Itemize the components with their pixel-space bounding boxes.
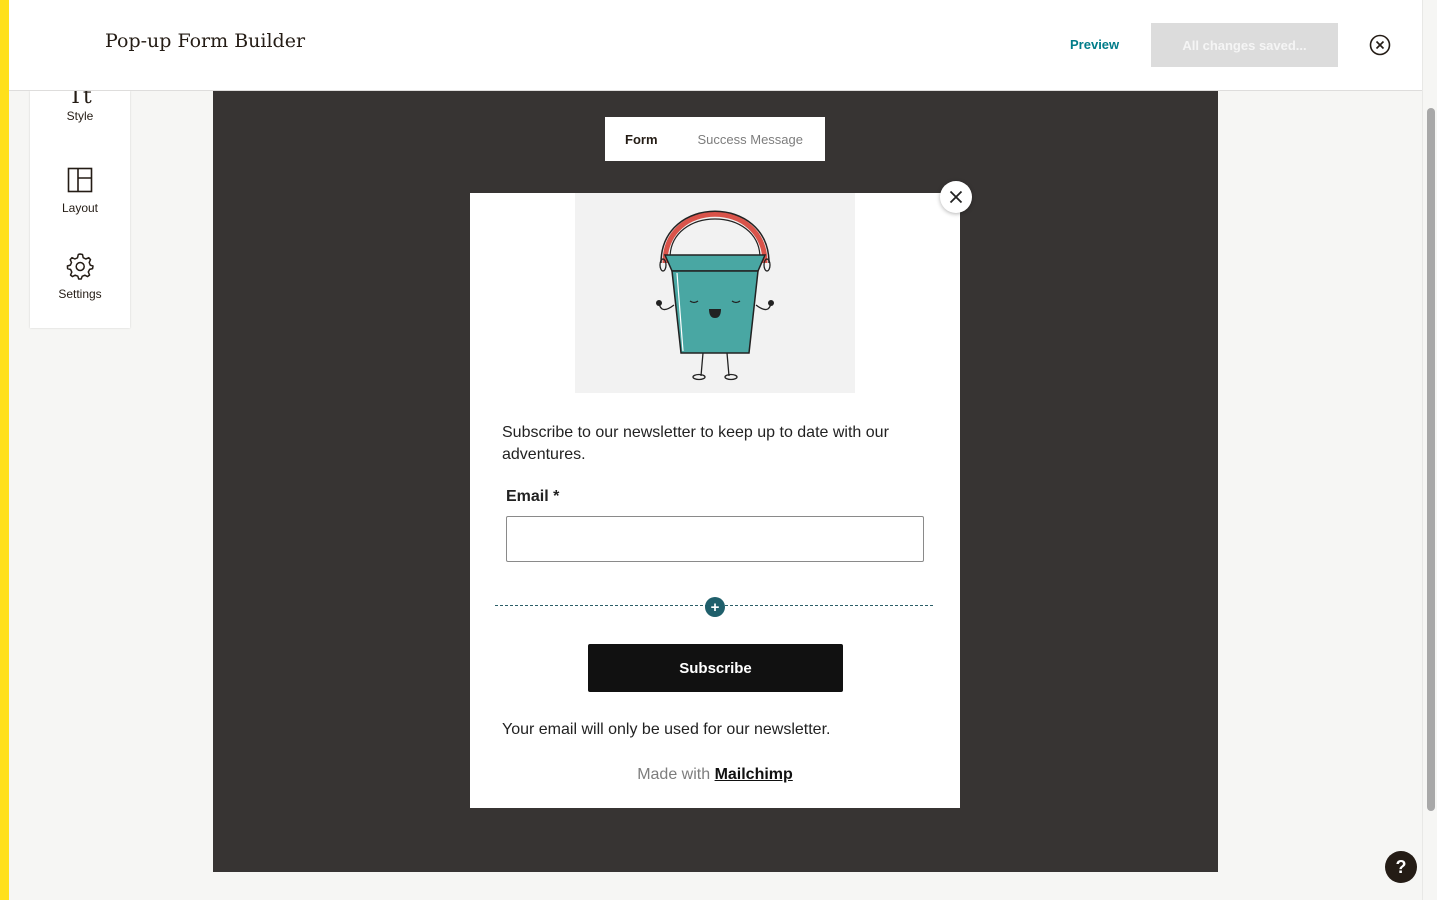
help-button[interactable]: ? <box>1385 851 1417 883</box>
close-icon <box>949 190 963 204</box>
email-field[interactable] <box>506 516 924 562</box>
sidebar-item-label: Settings <box>58 287 102 301</box>
tab-success-message[interactable]: Success Message <box>698 132 804 147</box>
intro-text: Subscribe to our newsletter to keep up t… <box>502 424 889 463</box>
bucket-illustration <box>656 210 774 381</box>
preview-link[interactable]: Preview <box>1070 37 1119 52</box>
save-status-button[interactable]: All changes saved... <box>1151 23 1338 67</box>
form-tabs: Form Success Message <box>605 117 825 161</box>
popup-form: Subscribe to our newsletter to keep up t… <box>470 181 972 808</box>
tab-form[interactable]: Form <box>625 132 658 147</box>
sidebar-item-layout[interactable]: Layout <box>30 165 130 215</box>
popup-close-button[interactable] <box>940 181 972 213</box>
layout-icon <box>67 167 93 193</box>
close-builder-button[interactable] <box>1369 34 1391 56</box>
close-circle-icon <box>1369 34 1391 56</box>
made-with-credit: Made with Mailchimp <box>470 766 960 784</box>
page-scrollbar[interactable] <box>1422 0 1437 900</box>
sidebar-item-label: Layout <box>61 201 99 215</box>
sidebar-item-label: Style <box>66 109 94 123</box>
hero-image[interactable] <box>575 193 855 393</box>
mailchimp-link[interactable]: Mailchimp <box>715 766 793 783</box>
preview-canvas: Form Success Message Subscribe to our ne… <box>213 91 1218 872</box>
privacy-note: Your email will only be used for our new… <box>502 721 831 738</box>
page-title: Pop-up Form Builder <box>105 30 306 52</box>
gear-icon <box>66 253 94 280</box>
email-label: Email * <box>506 488 560 505</box>
builder-sidebar: Tt Style Layout Settings <box>30 84 130 328</box>
app-header: Pop-up Form Builder Preview All changes … <box>9 0 1422 91</box>
subscribe-button[interactable]: Subscribe <box>588 644 843 692</box>
sidebar-item-settings[interactable]: Settings <box>30 251 130 301</box>
brand-strip <box>0 0 9 900</box>
add-field-button[interactable]: + <box>705 597 725 617</box>
made-with-text: Made with <box>637 766 711 783</box>
scrollbar-thumb[interactable] <box>1427 108 1435 811</box>
